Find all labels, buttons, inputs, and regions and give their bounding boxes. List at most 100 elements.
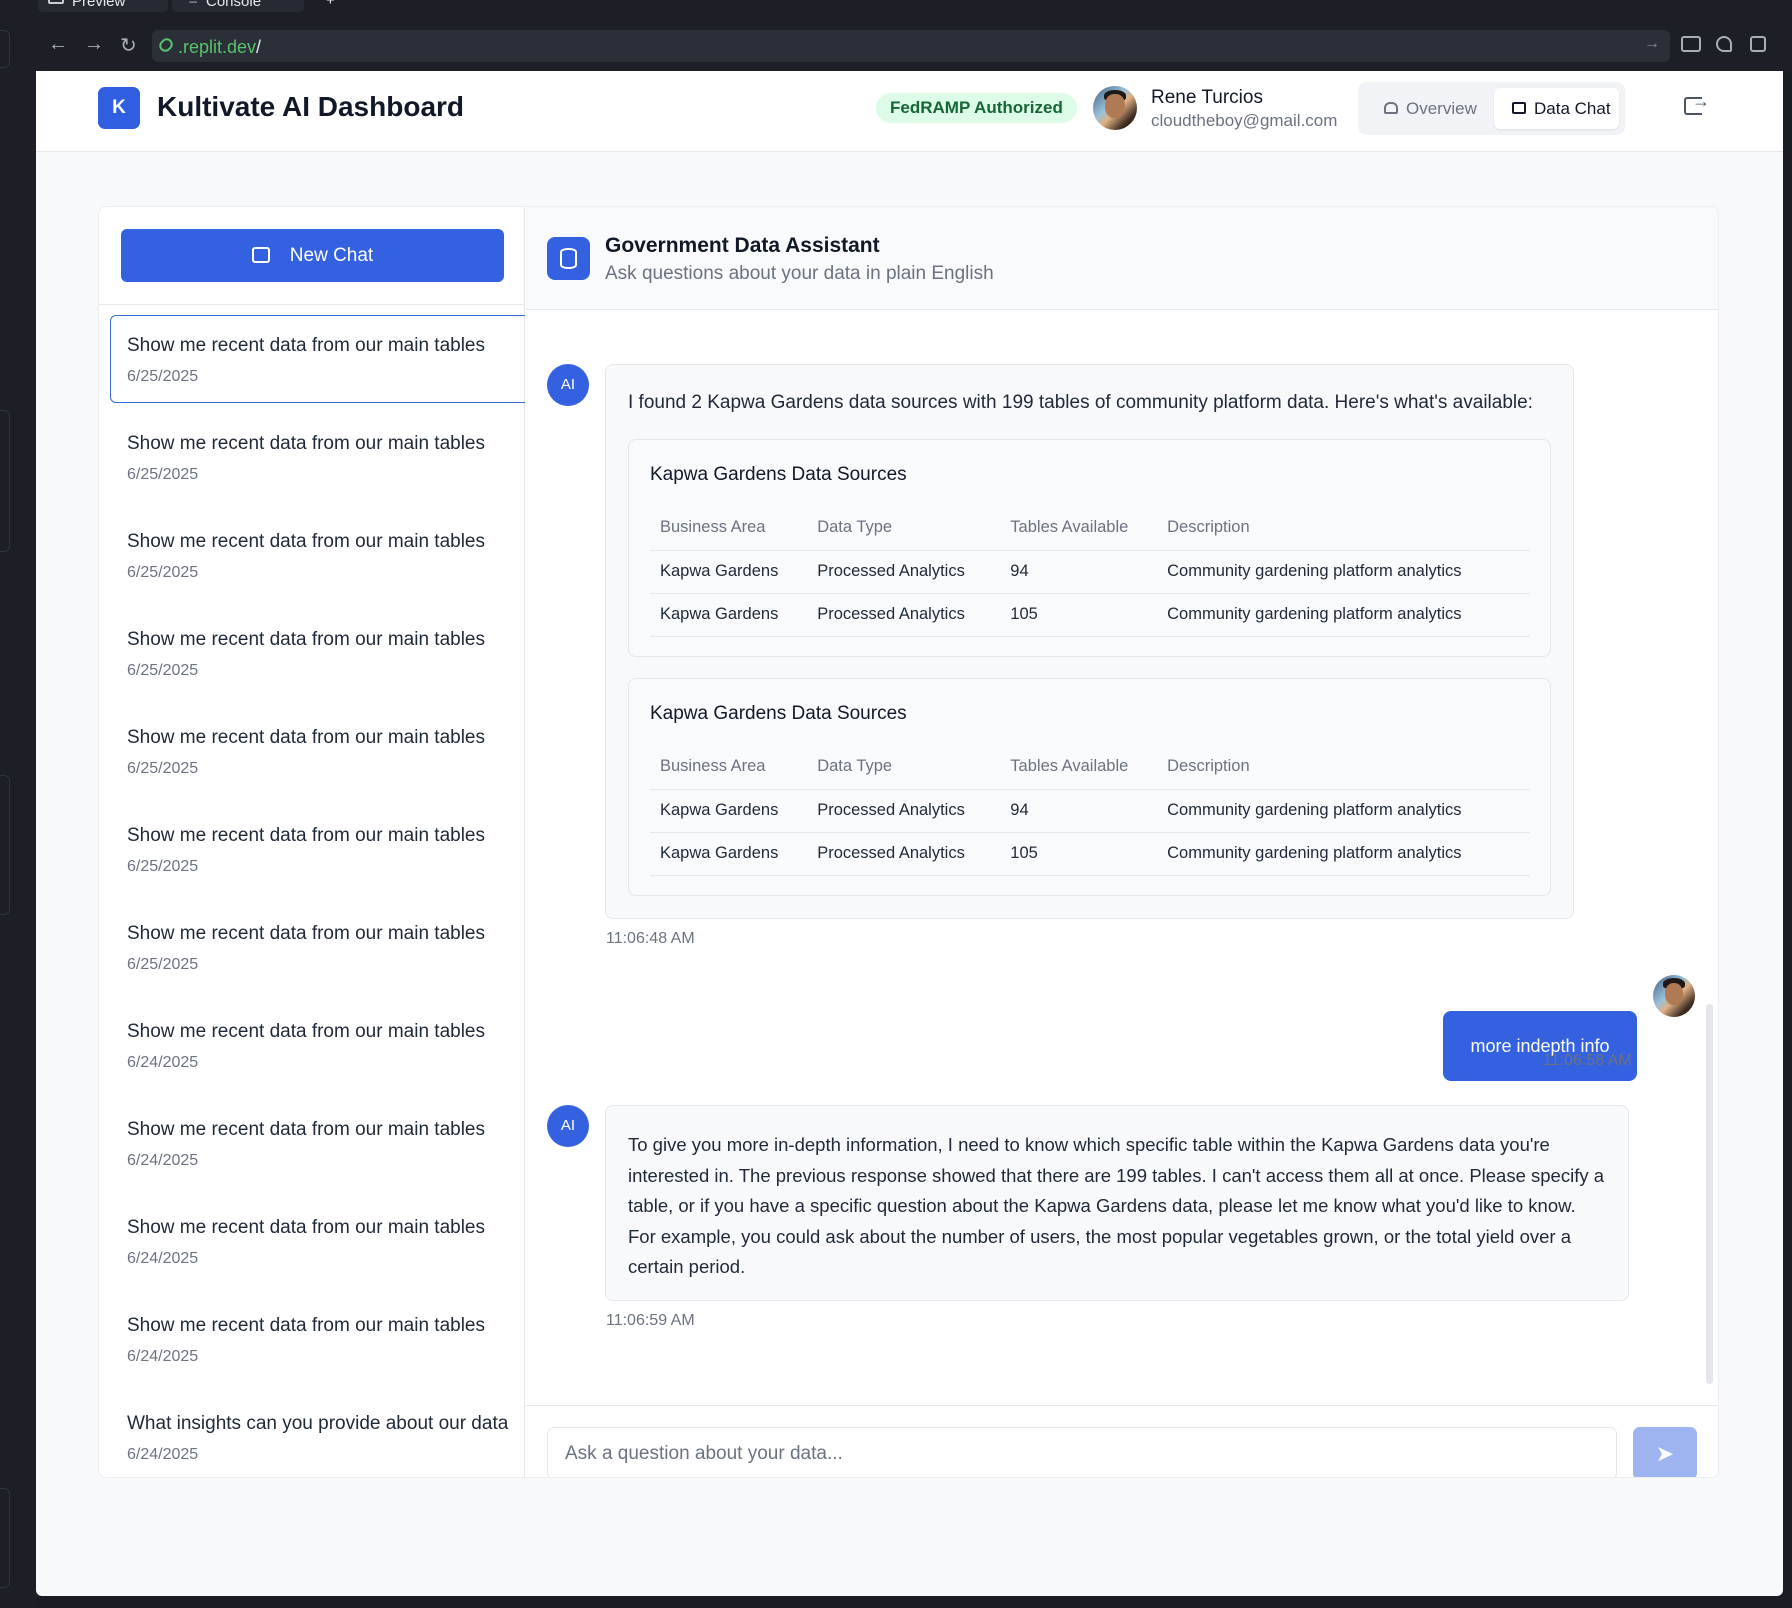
forward-icon[interactable]: → — [84, 33, 104, 56]
url-text: .replit.dev/ — [178, 37, 262, 57]
chat-history-date: 6/25/2025 — [127, 956, 199, 973]
devices-icon[interactable] — [1681, 36, 1701, 52]
chat-history-title: Show me recent data from our main tables — [127, 629, 486, 650]
external-link-icon[interactable] — [1750, 36, 1766, 52]
chat-history-item[interactable]: Show me recent data from our main tables… — [99, 1295, 525, 1393]
user-name: Rene Turcios — [1151, 87, 1263, 108]
scrollbar[interactable] — [1706, 1004, 1713, 1384]
monitor-icon — [48, 0, 64, 4]
ide-side-panel — [0, 0, 36, 1608]
ide-panel-handle[interactable] — [0, 775, 10, 915]
chat-history-item[interactable]: Show me recent data from our main tables… — [99, 903, 525, 1001]
avatar[interactable] — [1093, 86, 1137, 130]
ai-avatar: AI — [547, 364, 589, 406]
chat-history-date: 6/24/2025 — [127, 1348, 199, 1365]
table-cell: Processed Analytics — [807, 550, 1001, 594]
table-cell: Kapwa Gardens — [650, 550, 808, 594]
avatar — [1653, 975, 1695, 1017]
home-icon — [1384, 102, 1398, 114]
table-cell: Community gardening platform analytics — [1157, 550, 1530, 594]
chat-history-item[interactable]: Show me recent data from our main tables… — [110, 315, 525, 403]
tab-label: Console — [206, 0, 262, 10]
chat-history-date: 6/24/2025 — [127, 1054, 199, 1071]
new-chat-button[interactable]: New Chat — [121, 229, 504, 282]
message-timestamp: 11:06:48 AM — [606, 930, 695, 947]
tab-data-chat[interactable]: Data Chat — [1494, 88, 1619, 129]
table-cell: Kapwa Gardens — [650, 593, 808, 637]
chat-history-date: 6/25/2025 — [127, 760, 199, 777]
chat-history-item[interactable]: Show me recent data from our main tables… — [99, 1001, 525, 1099]
chat-history-item[interactable]: Show me recent data from our main tables… — [99, 1099, 525, 1197]
table-cell: 105 — [1000, 832, 1158, 876]
ide-tab-bar: Preview ✕ >_ Console + — [36, 0, 1792, 12]
chat-bubble-icon — [251, 247, 270, 263]
go-icon[interactable]: → — [1644, 35, 1660, 53]
url-field[interactable]: .replit.dev/ → — [152, 30, 1670, 62]
back-icon[interactable]: ← — [48, 33, 68, 56]
ai-message: I found 2 Kapwa Gardens data sources wit… — [605, 364, 1574, 919]
chat-history-date: 6/25/2025 — [127, 564, 199, 581]
chat-bubble-icon — [1512, 102, 1526, 114]
chat-subtitle: Ask questions about your data in plain E… — [605, 263, 994, 284]
app-logo: K — [98, 87, 140, 129]
chat-history-item[interactable]: Show me recent data from our main tables… — [99, 1197, 525, 1295]
send-button[interactable]: ➤ — [1633, 1427, 1697, 1477]
chat-history-title: Show me recent data from our main tables — [127, 433, 486, 454]
chat-history-item[interactable]: Show me recent data from our main tables… — [99, 413, 525, 511]
chat-history-date: 6/24/2025 — [127, 1250, 199, 1267]
chat-history-item[interactable]: Show me recent data from our main tables… — [99, 707, 525, 805]
reload-icon[interactable]: ↻ — [120, 33, 137, 58]
ide-panel-handle[interactable] — [0, 1488, 10, 1588]
table-row: Kapwa Gardens Processed Analytics 94 Com… — [650, 550, 1530, 594]
ide-panel-handle[interactable] — [0, 30, 10, 68]
table-cell: Kapwa Gardens — [650, 789, 808, 833]
chat-history-title: Show me recent data from our main tables — [127, 923, 486, 944]
table-row: Kapwa Gardens Processed Analytics 105 Co… — [650, 832, 1530, 876]
tab-overview[interactable]: Overview — [1366, 88, 1494, 129]
wrench-icon[interactable] — [1716, 36, 1732, 52]
tab-preview[interactable]: Preview ✕ — [38, 0, 168, 12]
tab-label: Overview — [1406, 99, 1477, 118]
chat-history-title: Show me recent data from our main tables — [127, 335, 486, 356]
column-header: Tables Available — [1000, 745, 1158, 790]
chat-panel: Government Data Assistant Ask questions … — [526, 207, 1718, 1477]
data-table: Business Area Data Type Tables Available… — [650, 745, 1530, 876]
chat-history-item[interactable]: Show me recent data from our main tables… — [99, 609, 525, 707]
chat-history-item[interactable]: What insights can you provide about our … — [99, 1393, 525, 1477]
table-cell: 94 — [1000, 550, 1158, 594]
tab-console[interactable]: >_ Console — [172, 0, 304, 12]
column-header: Tables Available — [1000, 506, 1158, 551]
chat-card: New Chat Show me recent data from our ma… — [98, 206, 1719, 1478]
chat-history-item[interactable]: Show me recent data from our main tables… — [99, 805, 525, 903]
table-cell: Community gardening platform analytics — [1157, 593, 1530, 637]
column-header: Business Area — [650, 745, 808, 790]
app-title: Kultivate AI Dashboard — [157, 91, 465, 122]
table-cell: Processed Analytics — [807, 593, 1001, 637]
link-icon — [156, 35, 176, 55]
ide-panel-handle[interactable] — [0, 410, 10, 552]
message-text: I found 2 Kapwa Gardens data sources wit… — [628, 392, 1533, 413]
data-table: Business Area Data Type Tables Available… — [650, 506, 1530, 637]
tab-label: Data Chat — [1534, 99, 1611, 118]
question-input[interactable] — [547, 1427, 1617, 1477]
terminal-icon: >_ — [182, 0, 198, 6]
ai-message: To give you more in-depth information, I… — [605, 1105, 1629, 1301]
table-cell: Community gardening platform analytics — [1157, 832, 1530, 876]
chat-history-date: 6/25/2025 — [127, 368, 199, 385]
chat-history-date: 6/25/2025 — [127, 466, 199, 483]
logout-arrow-icon[interactable]: → — [1692, 91, 1710, 112]
user-message: more indepth info — [1443, 1011, 1637, 1081]
message-timestamp: 11:06:58 AM — [1543, 1052, 1632, 1069]
chat-history-date: 6/24/2025 — [127, 1446, 199, 1463]
chat-history-item[interactable]: Show me recent data from our main tables… — [99, 511, 525, 609]
column-header: Data Type — [807, 506, 1001, 551]
column-header: Description — [1157, 506, 1530, 551]
chat-input-bar: ➤ — [526, 1405, 1718, 1477]
data-table-card: Kapwa Gardens Data Sources Business Area… — [628, 439, 1551, 657]
chat-history-title: Show me recent data from our main tables — [127, 531, 486, 552]
chat-history-title: Show me recent data from our main tables — [127, 825, 486, 846]
message-timestamp: 11:06:59 AM — [606, 1312, 695, 1329]
chat-history-title: What insights can you provide about our … — [127, 1413, 509, 1434]
divider — [99, 304, 525, 305]
new-tab-button[interactable]: + — [316, 0, 352, 12]
